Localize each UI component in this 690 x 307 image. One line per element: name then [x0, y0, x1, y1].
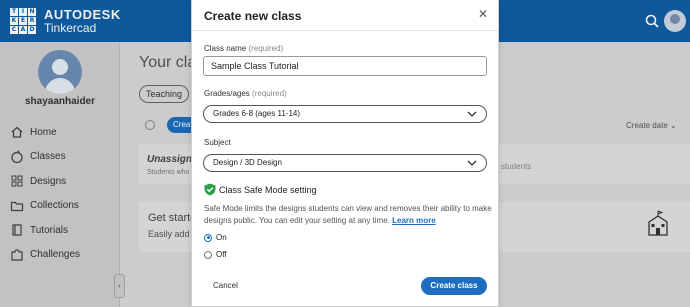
safe-mode-title: Class Safe Mode setting — [219, 184, 317, 195]
class-name-input[interactable]: Sample Class Tutorial — [203, 56, 487, 76]
subject-select[interactable]: Design / 3D Design — [203, 154, 487, 172]
radio-on[interactable] — [204, 233, 212, 242]
safe-mode-heading: Class Safe Mode setting — [204, 183, 317, 196]
required-hint: (required) — [248, 44, 284, 53]
required-hint: (required) — [252, 89, 287, 98]
learn-more-link[interactable]: Learn more — [392, 216, 436, 225]
close-icon[interactable]: ✕ — [478, 8, 488, 20]
divider — [192, 30, 498, 31]
radio-off[interactable] — [204, 250, 212, 259]
cancel-button[interactable]: Cancel — [213, 281, 238, 290]
chevron-down-icon — [467, 160, 477, 166]
safe-mode-on-option[interactable]: On — [204, 233, 227, 242]
safe-mode-off-option[interactable]: Off — [204, 250, 227, 259]
label-text: Grades/ages — [204, 89, 250, 98]
dialog-title: Create new class — [204, 9, 302, 23]
description-text: Safe Mode limits the designs students ca… — [204, 204, 492, 225]
chevron-down-icon — [467, 111, 477, 117]
create-class-dialog: Create new class ✕ Class name (required)… — [191, 0, 499, 307]
subject-label: Subject — [204, 138, 231, 147]
subject-selected-value: Design / 3D Design — [213, 158, 282, 167]
label-text: Class name — [204, 44, 247, 53]
grades-select[interactable]: Grades 6-8 (ages 11-14) — [203, 105, 487, 123]
create-class-button[interactable]: Create class — [421, 277, 487, 295]
shield-check-icon — [204, 183, 216, 196]
safe-mode-description: Safe Mode limits the designs students ca… — [204, 203, 494, 227]
radio-label: Off — [216, 250, 227, 259]
grades-selected-value: Grades 6-8 (ages 11-14) — [213, 109, 301, 118]
radio-label: On — [216, 233, 227, 242]
class-name-label: Class name (required) — [204, 44, 283, 53]
grades-label: Grades/ages (required) — [204, 89, 287, 98]
